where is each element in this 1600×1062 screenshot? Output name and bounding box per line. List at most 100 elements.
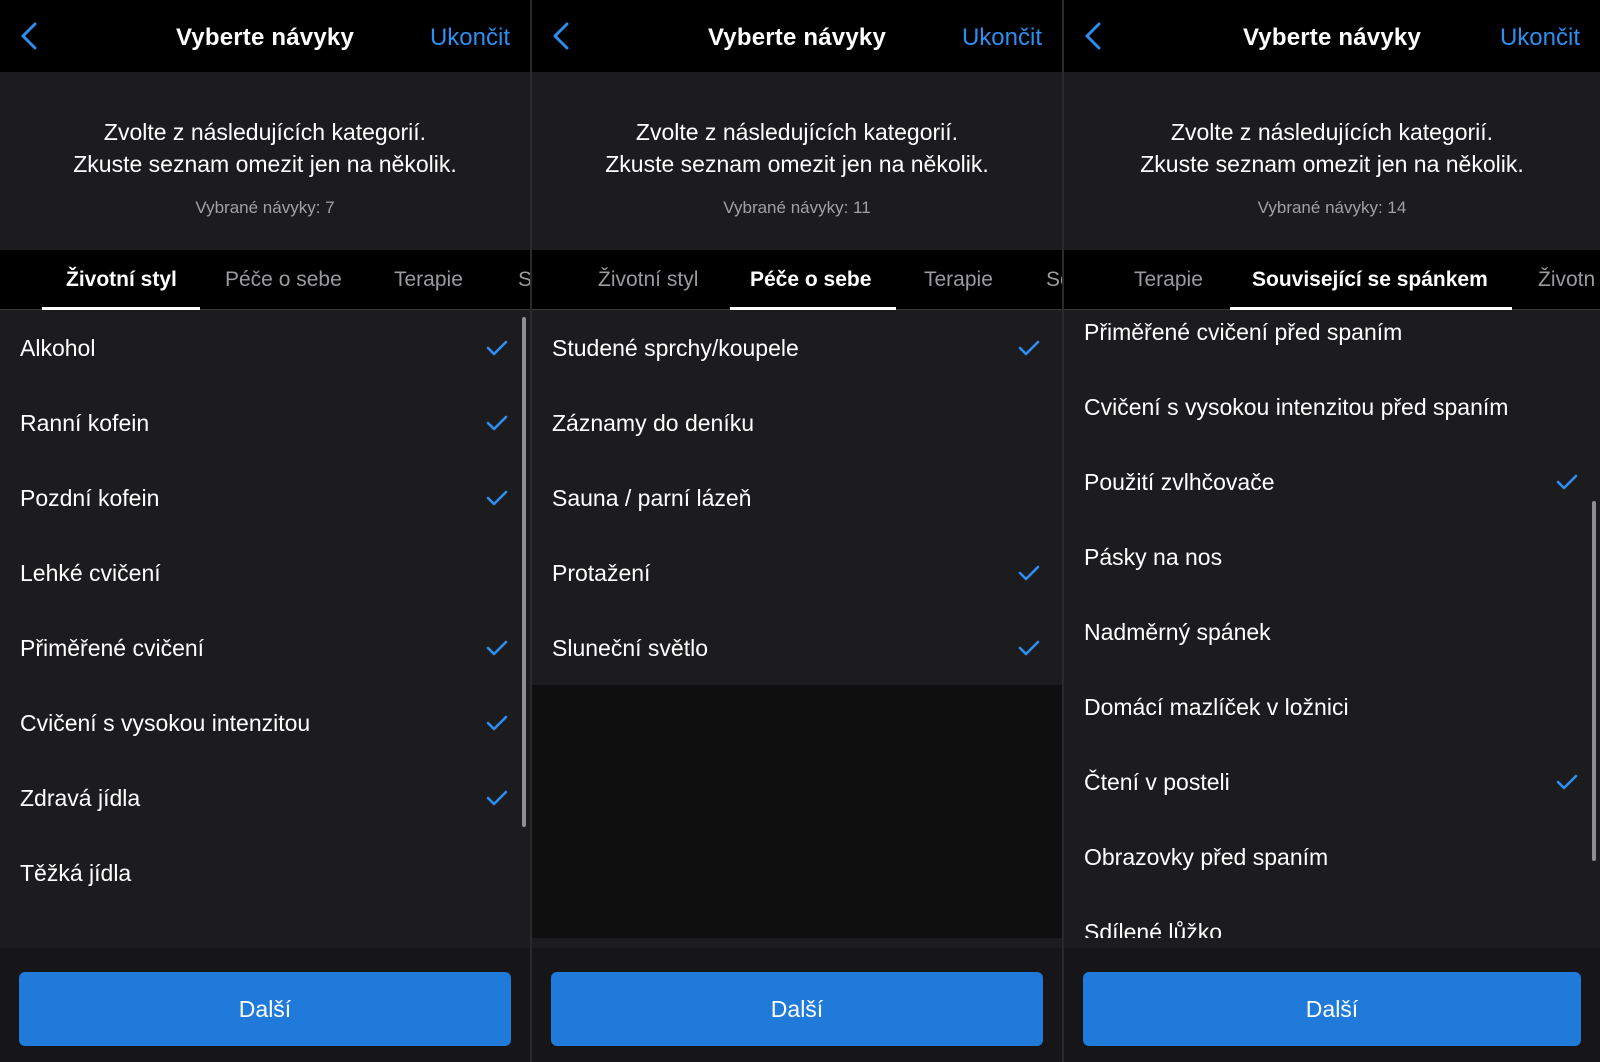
next-button[interactable]: Další — [1083, 972, 1581, 1046]
list-item-label: Sluneční světlo — [552, 635, 708, 661]
list-item[interactable]: Ranní kofein — [0, 386, 530, 461]
nav-bar: Vyberte návyky Ukončit — [0, 0, 530, 72]
nav-bar: Vyberte návyky Ukončit — [532, 0, 1062, 72]
list-item-label: Sauna / parní lázeň — [552, 485, 752, 511]
tab-therapy[interactable]: Terapie — [1134, 268, 1203, 292]
list-item[interactable]: Nadměrný spánek — [1064, 595, 1600, 670]
list-item[interactable]: Těžká jídla — [0, 836, 530, 911]
list-item[interactable]: Cvičení s vysokou intenzitou — [0, 686, 530, 761]
next-button[interactable]: Další — [19, 972, 511, 1046]
checkmark-icon — [486, 715, 508, 731]
list-item-label: Pozdní kofein — [20, 485, 160, 511]
list-item[interactable]: Alkohol — [0, 311, 530, 386]
checkmark-icon — [486, 790, 508, 806]
category-tabs: Životní styl Péče o sebe Terapie Soe — [532, 250, 1062, 310]
active-tab-indicator — [730, 307, 896, 310]
list-item[interactable]: Sluneční světlo — [532, 611, 1062, 686]
list-item-label: Přiměřené cvičení před spaním — [1084, 319, 1403, 345]
tab-sleep[interactable]: Soe — [1046, 268, 1062, 292]
list-item-label: Studené sprchy/koupele — [552, 335, 799, 361]
done-button[interactable]: Ukončit — [430, 24, 510, 52]
list-item[interactable]: Pásky na nos — [1064, 520, 1600, 595]
checkmark-icon — [1556, 774, 1578, 790]
list-item-label: Přiměřené cvičení — [20, 635, 205, 661]
list-item-label: Zdravá jídla — [20, 785, 141, 811]
list-item[interactable]: Lehké cvičení — [0, 536, 530, 611]
intro-section: Zvolte z následujících kategorií. Zkuste… — [1064, 72, 1600, 250]
checkmark-icon — [486, 490, 508, 506]
checkmark-icon — [1556, 474, 1578, 490]
list-item[interactable]: Přiměřené cvičení — [0, 611, 530, 686]
intro-text: Zvolte z následujících kategorií. — [635, 119, 959, 145]
category-tabs: Terapie Související se spánkem Životn — [1064, 250, 1600, 310]
tab-self-care[interactable]: Péče o sebe — [225, 268, 342, 292]
list-item[interactable]: Sauna / parní lázeň — [532, 461, 1062, 536]
tab-sleep[interactable]: S — [518, 268, 530, 292]
tab-lifestyle[interactable]: Životní styl — [598, 268, 698, 292]
tab-therapy[interactable]: Terapie — [924, 268, 993, 292]
list-item[interactable]: Čtení v posteli — [1064, 745, 1600, 820]
habit-list[interactable]: Studené sprchy/koupele Záznamy do deníku… — [532, 311, 1062, 938]
next-button[interactable]: Další — [551, 972, 1043, 1046]
tab-lifestyle[interactable]: Životní styl — [66, 268, 177, 292]
footer: Další — [532, 948, 1062, 1062]
intro-text: Zvolte z následujících kategorií. — [103, 119, 427, 145]
list-item-label: Nadměrný spánek — [1084, 619, 1271, 645]
list-item-label: Pásky na nos — [1084, 544, 1223, 570]
category-tabs: Životní styl Péče o sebe Terapie S — [0, 250, 530, 310]
checkmark-icon — [486, 640, 508, 656]
list-item[interactable]: Domácí mazlíček v ložnici — [1064, 670, 1600, 745]
checkmark-icon — [1018, 640, 1040, 656]
selected-count: Vybrané návyky: 11 — [723, 198, 871, 217]
selected-count: Vybrané návyky: 7 — [195, 198, 335, 217]
scrollbar[interactable] — [1592, 501, 1596, 861]
intro-text: Zkuste seznam omezit jen na několik. — [1140, 151, 1524, 177]
checkmark-icon — [486, 415, 508, 431]
list-item[interactable]: Cvičení s vysokou intenzitou před spaním — [1064, 370, 1600, 445]
list-item-label: Alkohol — [20, 335, 96, 361]
list-item-label: Obrazovky před spaním — [1084, 844, 1329, 870]
list-item-label: Čtení v posteli — [1084, 769, 1230, 795]
checkmark-icon — [1018, 565, 1040, 581]
list-item[interactable]: Pozdní kofein — [0, 461, 530, 536]
list-item-label: Těžká jídla — [20, 860, 132, 886]
active-tab-indicator — [42, 307, 200, 310]
list-item-label: Cvičení s vysokou intenzitou — [20, 710, 311, 736]
nav-bar: Vyberte návyky Ukončit — [1064, 0, 1600, 72]
tab-lifestyle[interactable]: Životn — [1538, 268, 1595, 292]
footer: Další — [1064, 948, 1600, 1062]
list-item[interactable]: Použití zvlhčovače — [1064, 445, 1600, 520]
checkmark-icon — [486, 340, 508, 356]
tab-self-care[interactable]: Péče o sebe — [750, 268, 871, 292]
list-item[interactable]: Sdílené lůžko — [1064, 895, 1600, 938]
list-item[interactable]: Protažení — [532, 536, 1062, 611]
list-item-label: Protažení — [552, 560, 651, 586]
done-button[interactable]: Ukončit — [962, 24, 1042, 52]
tab-sleep-related[interactable]: Související se spánkem — [1252, 268, 1488, 292]
list-item-label: Domácí mazlíček v ložnici — [1084, 694, 1349, 720]
list-item-label: Lehké cvičení — [20, 560, 161, 586]
list-empty-area — [532, 685, 1062, 938]
habit-list[interactable]: Přiměřené cvičení před spaním Cvičení s … — [1064, 311, 1600, 938]
list-item-label: Použití zvlhčovače — [1084, 469, 1275, 495]
checkmark-icon — [1018, 340, 1040, 356]
list-item[interactable]: Obrazovky před spaním — [1064, 820, 1600, 895]
list-item[interactable]: Studené sprchy/koupele — [532, 311, 1062, 386]
list-item-label: Cvičení s vysokou intenzitou před spaním — [1084, 394, 1509, 420]
scrollbar[interactable] — [522, 317, 526, 827]
list-item[interactable]: Přiměřené cvičení před spaním — [1064, 311, 1600, 370]
screen-self-care: Vyberte návyky Ukončit Zvolte z následuj… — [532, 0, 1064, 1062]
footer: Další — [0, 948, 530, 1062]
habit-list[interactable]: Alkohol Ranní kofein Pozdní kofein Lehké… — [0, 311, 530, 938]
list-item-label: Záznamy do deníku — [552, 410, 755, 436]
screen-lifestyle: Vyberte návyky Ukončit Zvolte z následuj… — [0, 0, 532, 1062]
done-button[interactable]: Ukončit — [1500, 24, 1580, 52]
list-item-label: Ranní kofein — [20, 410, 150, 436]
intro-section: Zvolte z následujících kategorií. Zkuste… — [532, 72, 1062, 250]
list-item-label: Sdílené lůžko — [1084, 919, 1223, 938]
list-item[interactable]: Záznamy do deníku — [532, 386, 1062, 461]
intro-text: Zvolte z následujících kategorií. — [1170, 119, 1494, 145]
tab-therapy[interactable]: Terapie — [394, 268, 463, 292]
active-tab-indicator — [1230, 307, 1512, 310]
list-item[interactable]: Zdravá jídla — [0, 761, 530, 836]
